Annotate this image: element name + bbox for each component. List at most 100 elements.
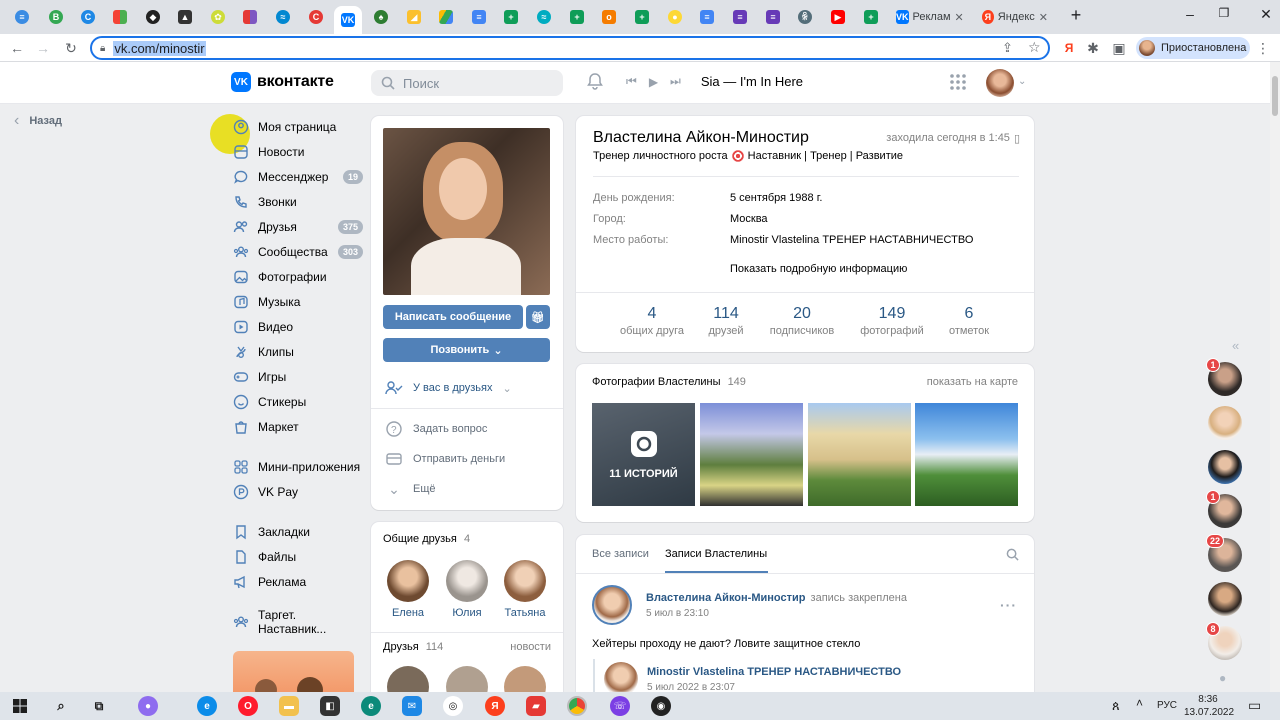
nav-item[interactable]: Мессенджер 19	[233, 164, 363, 189]
taskbar-app-icon[interactable]: ●	[138, 696, 158, 716]
more-button[interactable]: ⌄ Ещё	[385, 480, 435, 498]
photos-header[interactable]: Фотографии Властелины 149	[592, 376, 746, 388]
friends-news-link[interactable]: новости	[510, 641, 551, 653]
chat-avatar[interactable]: 22	[1206, 534, 1242, 572]
tab-favicon[interactable]: С	[74, 6, 102, 28]
bell-icon[interactable]	[586, 72, 604, 90]
scrollbar[interactable]	[1270, 62, 1280, 692]
prev-track-icon[interactable]: ⏮	[626, 74, 637, 89]
tab-favicon[interactable]: В	[42, 6, 70, 28]
gift-button[interactable]: 🎁︎	[526, 305, 550, 329]
friend-avatar[interactable]	[446, 560, 488, 602]
tab-favicon[interactable]	[236, 6, 264, 28]
nav-item[interactable]: Таргет. Наставник...	[233, 608, 363, 636]
write-message-button[interactable]: Написать сообщение	[383, 305, 523, 329]
info-value[interactable]: Москва	[730, 213, 768, 225]
minimize-icon[interactable]: –	[1178, 6, 1202, 22]
tab-favicon[interactable]: ✿	[204, 6, 232, 28]
call-button[interactable]: Позвонить ⌄	[383, 338, 550, 362]
tab-favicon[interactable]	[106, 6, 134, 28]
counter-tags[interactable]: 6 отметок	[929, 305, 1009, 337]
friend-name[interactable]: Татьяна	[488, 607, 562, 619]
tab-favicon[interactable]: ●	[661, 6, 689, 28]
close-window-icon[interactable]: ✕	[1254, 6, 1278, 23]
info-value[interactable]: 5 сентября 1988 г.	[730, 192, 822, 204]
nav-item[interactable]: Мини-приложения	[233, 454, 363, 479]
extensions-icon[interactable]: ✱	[1084, 39, 1102, 57]
chat-avatar[interactable]: 1	[1206, 490, 1242, 528]
taskbar-app-icon[interactable]: ◎	[443, 696, 463, 716]
chat-avatar[interactable]: 1	[1206, 358, 1242, 396]
nav-item[interactable]: Стикеры	[233, 389, 363, 414]
menu-dots-icon[interactable]: ⋮	[1254, 39, 1272, 57]
maximize-icon[interactable]: ❐	[1212, 6, 1236, 20]
close-icon[interactable]: ✕	[955, 11, 964, 24]
chat-avatar[interactable]: 8	[1206, 622, 1242, 660]
friend-avatar[interactable]	[387, 560, 429, 602]
nav-item[interactable]: Маркет	[233, 414, 363, 439]
mail-icon[interactable]: ✉	[402, 696, 422, 716]
sidepanel-icon[interactable]: ▣	[1110, 39, 1128, 57]
tab-favicon[interactable]: ♠	[367, 6, 395, 28]
tab-favicon[interactable]: ≈	[269, 6, 297, 28]
nav-item[interactable]: Закладки	[233, 519, 363, 544]
nav-item[interactable]: Видео	[233, 314, 363, 339]
tab-all-posts[interactable]: Все записи	[592, 548, 649, 560]
photo-thumb[interactable]	[700, 403, 803, 506]
show-more-info-link[interactable]: Показать подробную информацию	[730, 263, 907, 275]
nav-item[interactable]: Моя страница	[233, 114, 363, 139]
file-explorer-icon[interactable]: ▬	[279, 696, 299, 716]
new-tab-icon[interactable]: +	[1064, 5, 1088, 26]
clock[interactable]: 8:36 13.07.2022	[1184, 694, 1234, 718]
post-date[interactable]: 5 июл в 23:10	[646, 608, 709, 619]
yandex-extension-icon[interactable]: Я	[1060, 39, 1078, 57]
forward-arrow-icon[interactable]: →	[34, 39, 52, 57]
collapse-chevron-icon[interactable]: «	[1232, 338, 1239, 353]
taskbar-search-icon[interactable]: ⌕	[51, 696, 71, 716]
info-value[interactable]: Minostir Vlastelina ТРЕНЕР НАСТАВНИЧЕСТВ…	[730, 234, 973, 246]
vk-logo[interactable]: VK вконтакте	[231, 72, 334, 92]
people-icon[interactable]: ጰ	[1112, 698, 1120, 714]
mutual-header[interactable]: Общие друзья 4	[383, 533, 470, 545]
counter-friends[interactable]: 114 друзей	[686, 305, 766, 337]
post-author-avatar[interactable]	[592, 585, 632, 625]
search-icon[interactable]	[1006, 548, 1019, 561]
tab-favicon[interactable]: ≡	[693, 6, 721, 28]
photo-thumb[interactable]	[915, 403, 1018, 506]
send-money-button[interactable]: Отправить деньги	[385, 450, 505, 468]
opera-icon[interactable]: O	[238, 696, 258, 716]
tab-favicon[interactable]: ≈	[530, 6, 558, 28]
tab-favicon[interactable]: C	[302, 6, 330, 28]
track-title[interactable]: Sia — I'm In Here	[701, 74, 803, 89]
chat-avatar[interactable]	[1208, 406, 1242, 440]
chat-bubble-icon[interactable]: ●	[1219, 671, 1226, 685]
tab-favicon[interactable]	[432, 6, 460, 28]
counter-photos[interactable]: 149 фотографий	[852, 305, 932, 337]
nav-item[interactable]: Фотографии	[233, 264, 363, 289]
repost-author[interactable]: Minostir Vlastelina ТРЕНЕР НАСТАВНИЧЕСТВ…	[647, 666, 901, 678]
tab-favicon[interactable]: ꆜ	[791, 6, 819, 28]
nav-item[interactable]: Реклама	[233, 569, 363, 594]
reload-icon[interactable]: ↻	[62, 39, 80, 57]
search-input[interactable]: Поиск	[371, 70, 563, 96]
ask-question-button[interactable]: ? Задать вопрос	[385, 420, 487, 438]
profile-photo[interactable]	[383, 128, 550, 295]
obs-icon[interactable]: ◉	[651, 696, 671, 716]
back-arrow-icon[interactable]: ←	[8, 39, 26, 57]
yandex-browser-icon[interactable]: Я	[485, 696, 505, 716]
repost-avatar[interactable]	[604, 662, 638, 696]
nav-item[interactable]: VK Pay	[233, 479, 363, 504]
nav-item[interactable]: Друзья 375	[233, 214, 363, 239]
tab-favicon[interactable]: ≡	[759, 6, 787, 28]
friends-header[interactable]: Друзья 114	[383, 641, 443, 653]
input-language[interactable]: РУС	[1157, 700, 1177, 711]
tab-ads[interactable]: VK Реклам ✕	[890, 6, 966, 28]
tab-favicon[interactable]: +	[628, 6, 656, 28]
counter-followers[interactable]: 20 подписчиков	[762, 305, 842, 337]
tab-vk-active[interactable]: VK	[334, 6, 362, 34]
photo-thumb[interactable]	[808, 403, 911, 506]
tab-favicon[interactable]: ≡	[726, 6, 754, 28]
nav-item[interactable]: Файлы	[233, 544, 363, 569]
promo-banner[interactable]	[233, 651, 354, 703]
tab-favicon[interactable]: ▲	[171, 6, 199, 28]
